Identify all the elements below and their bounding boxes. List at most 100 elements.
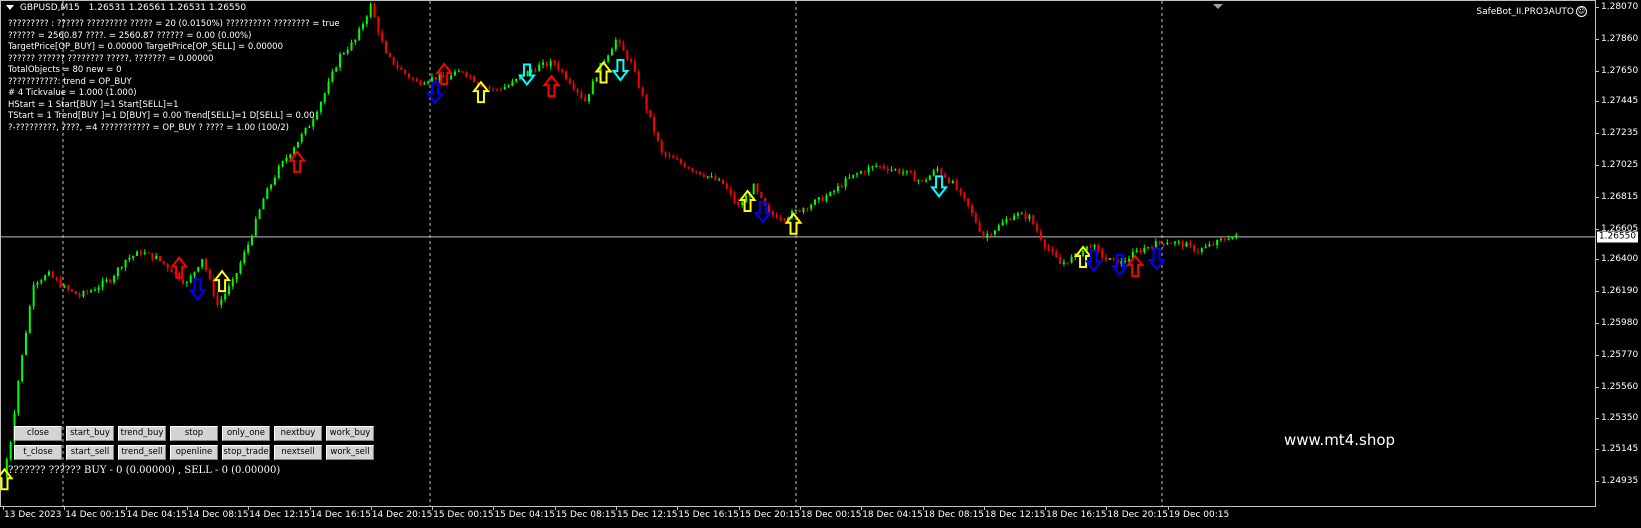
candle-body (610, 49, 613, 56)
candle-body (170, 268, 173, 273)
candle-body (1223, 239, 1226, 241)
time-tick-label: 18 Dec 04:15 (862, 510, 923, 520)
time-tick (800, 507, 801, 510)
time-tick (3, 507, 4, 510)
time-tick-label: 18 Dec 20:15 (1107, 510, 1168, 520)
candle-body (1039, 231, 1042, 240)
symbol-header: GBPUSD,M15 1.26531 1.26561 1.26531 1.265… (6, 3, 246, 13)
candle-body (1112, 258, 1115, 260)
candle-body (633, 61, 636, 72)
candle-body (1009, 219, 1012, 221)
time-tick (923, 507, 924, 510)
candle-body (423, 83, 426, 85)
nextsell-button[interactable]: nextsell (274, 445, 322, 460)
trend-sell-button[interactable]: trend_sell (118, 445, 166, 460)
openline-button[interactable]: openline (170, 445, 218, 460)
candle-body (285, 157, 288, 162)
candle-body (733, 193, 736, 202)
work-buy-button[interactable]: work_buy (326, 426, 374, 441)
signal-arrow-down-icon (1147, 247, 1166, 271)
candle-body (1208, 244, 1211, 247)
candle-body (128, 257, 131, 260)
signal-arrow-up-icon (594, 60, 613, 84)
candle-body (1235, 234, 1238, 237)
candle-body (718, 179, 721, 181)
candle-body (396, 64, 399, 68)
close-button[interactable]: close (14, 426, 62, 441)
candle-body (197, 266, 200, 272)
candle-body (768, 205, 770, 213)
price-tick-label: 1.25770 (1601, 349, 1639, 360)
signal-arrow-down-icon (753, 201, 772, 224)
candle-body (109, 279, 112, 283)
candle-body (21, 354, 24, 381)
candle-body (630, 59, 633, 62)
candle-body (925, 180, 928, 182)
ea-info-panel: ????????? : ?????? ????????? ????? = 20 … (8, 19, 340, 134)
collapse-triangle-icon[interactable] (6, 5, 14, 10)
candle-body (105, 279, 108, 281)
candle-body (806, 208, 809, 210)
price-tick-label: 1.27025 (1601, 160, 1639, 170)
candle-body (465, 72, 468, 77)
chart-shift-marker[interactable] (1213, 4, 1223, 9)
time-tick-label: 15 Dec 16:15 (678, 510, 739, 520)
candle-body (783, 218, 786, 221)
candle-body (986, 234, 989, 238)
signal-arrow-up-icon (542, 74, 561, 98)
stop-trade-button[interactable]: stop_trade (222, 445, 270, 460)
candle-body (1185, 242, 1188, 247)
signal-arrow-down-icon (930, 175, 949, 199)
start-sell-button[interactable]: start_sell (66, 445, 114, 460)
trend-buy-button[interactable]: trend_buy (118, 426, 166, 441)
candle-body (990, 234, 993, 236)
price-tick (1596, 133, 1599, 134)
candle-body (1047, 247, 1050, 250)
time-tick (861, 507, 862, 510)
candle-body (695, 170, 698, 172)
nextbuy-button[interactable]: nextbuy (274, 426, 322, 441)
time-tick-label: 18 Dec 08:15 (923, 510, 985, 520)
candle-body (1062, 262, 1065, 264)
work-sell-button[interactable]: work_sell (326, 445, 374, 460)
info-line: # 4 Tickvalue = 1.000 (1.000) (8, 88, 137, 98)
time-tick-label: 14 Dec 00:15 (65, 510, 126, 520)
price-tick (1596, 229, 1599, 230)
candle-body (185, 282, 188, 284)
candle-body (1219, 239, 1222, 241)
candle-body (955, 181, 958, 190)
candle-body (59, 279, 62, 288)
info-line: HStart = 1 Start[BUY ]=1 Start[SELL]=1 (8, 99, 179, 110)
t-close-button[interactable]: t_close (14, 445, 62, 460)
time-tick (984, 507, 985, 510)
candle-body (362, 23, 365, 29)
candle-body (649, 109, 652, 117)
expert-advisor-name[interactable]: SafeBot_II.PRO3AUTO ☺ (1476, 6, 1587, 17)
time-tick-label: 14 Dec 16:15 (310, 510, 372, 520)
candle-body (147, 252, 150, 254)
candle-body (281, 161, 284, 167)
price-tick-label: 1.27445 (1601, 96, 1639, 107)
candle-body (216, 295, 219, 305)
time-tick-label: 14 Dec 20:15 (371, 510, 433, 520)
only-one-button[interactable]: only_one (222, 426, 270, 441)
price-tick (1596, 197, 1599, 198)
price-tick-label: 1.26815 (1601, 191, 1639, 202)
candle-body (526, 71, 529, 77)
current-price-label: 1.26550 (1597, 231, 1638, 243)
candle-body (821, 197, 824, 201)
start-buy-button[interactable]: start_buy (66, 426, 114, 441)
candle-body (28, 306, 31, 333)
candle-body (235, 273, 238, 280)
candle-body (1212, 244, 1215, 246)
candle-body (385, 41, 387, 54)
candle-body (974, 213, 977, 223)
candle-body (1093, 245, 1096, 248)
candle-body (591, 81, 594, 95)
time-axis[interactable]: 13 Dec 2023 14 Dec 00:15 14 Dec 04:15 14 De… (0, 507, 1596, 528)
candle-body (277, 166, 280, 178)
candle-body (358, 28, 361, 40)
price-axis[interactable]: 1.28070 1.27860 1.27650 1.27445 1.27235 1.270… (1596, 0, 1641, 528)
stop-button[interactable]: stop (170, 426, 218, 441)
candle-body (90, 290, 93, 293)
